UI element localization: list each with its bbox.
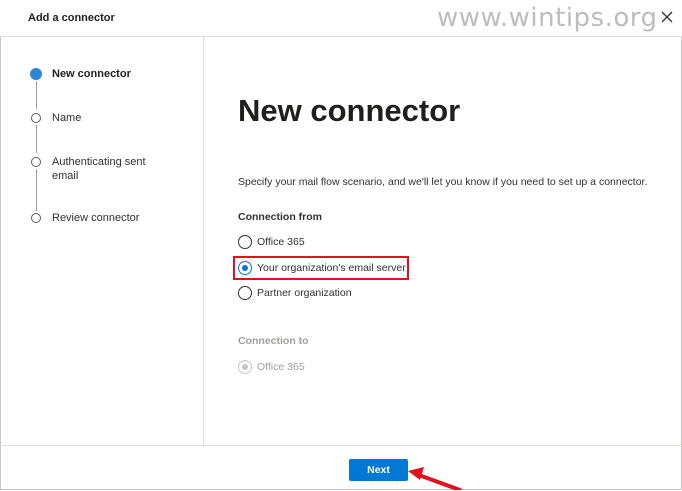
step-label-line1: Authenticating sent: [52, 156, 146, 168]
highlight-annotation: [233, 256, 409, 280]
step-connector-line: [36, 125, 37, 153]
step-label: Authenticating sent email: [52, 155, 146, 183]
panel-header: Add a connector www.wintips.org: [0, 0, 682, 37]
step-connector-line: [36, 81, 37, 109]
step-label: New connector: [52, 68, 131, 80]
step-label-line2: email: [52, 170, 79, 182]
radio-label: Partner organization: [257, 287, 352, 299]
step-pending-icon: [31, 113, 41, 123]
wizard-steps: New connector Name Authenticating sent e…: [0, 37, 204, 445]
arrow-annotation-icon: [408, 467, 462, 490]
step-label: Review connector: [52, 212, 140, 224]
close-icon[interactable]: [659, 9, 675, 25]
radio-label: Office 365: [257, 236, 305, 248]
radio-circle: [238, 235, 252, 249]
radio-circle-checked: [238, 360, 252, 374]
watermark: www.wintips.org: [437, 3, 658, 33]
step-label: Name: [52, 112, 82, 124]
step-pending-icon: [31, 157, 41, 167]
radio-circle: [238, 286, 252, 300]
connection-to-label: Connection to: [238, 335, 309, 347]
step-current-icon: [30, 68, 42, 80]
step-pending-icon: [31, 213, 41, 223]
next-button[interactable]: Next: [349, 459, 408, 481]
main-content: New connector Specify your mail flow sce…: [204, 37, 682, 445]
connection-from-label: Connection from: [238, 211, 322, 223]
description: Specify your mail flow scenario, and we'…: [238, 176, 648, 188]
radio-label: Office 365: [257, 361, 305, 373]
page-title: New connector: [238, 93, 461, 128]
panel-title: Add a connector: [28, 12, 115, 24]
panel-footer: Next: [0, 445, 682, 491]
step-connector-line: [36, 169, 37, 211]
